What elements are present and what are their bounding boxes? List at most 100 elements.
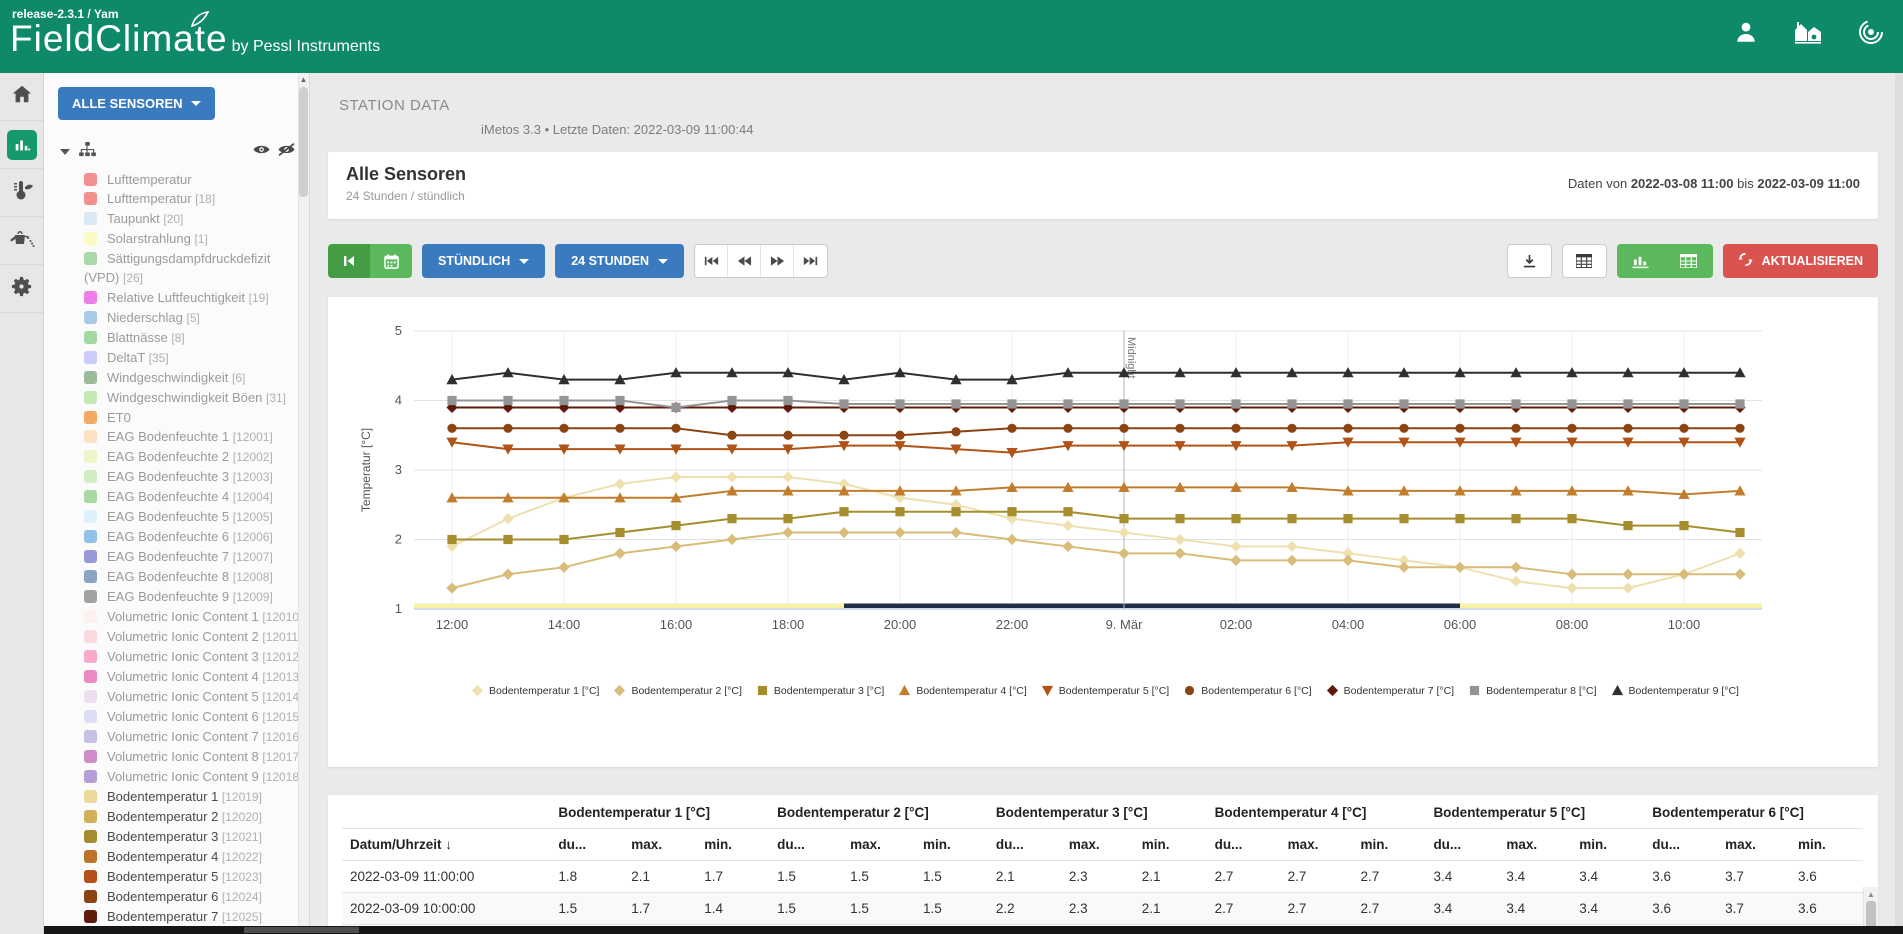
- sensor-item[interactable]: Relative Luftfeuchtigkeit [19]: [84, 288, 303, 308]
- cell-value: 3.4: [1425, 893, 1498, 925]
- brand-logo[interactable]: FieldClimateby Pessl Instruments: [10, 18, 380, 60]
- legend-item[interactable]: Bodentemperatur 2 [°C]: [613, 684, 741, 697]
- sensor-item[interactable]: Volumetric Ionic Content 4 [12013]: [84, 667, 303, 687]
- page-forward-button[interactable]: [761, 245, 794, 277]
- nav-irrigation[interactable]: [0, 217, 43, 265]
- sensor-item[interactable]: Bodentemperatur 4 [12022]: [84, 847, 303, 867]
- chart-legend: Bodentemperatur 1 [°C] Bodentemperatur 2 …: [342, 684, 1868, 697]
- sensor-id: [6]: [232, 371, 245, 385]
- scrollbar-thumb[interactable]: [299, 87, 308, 197]
- sensor-item[interactable]: Volumetric Ionic Content 3 [12012]: [84, 647, 303, 667]
- interval-label: STÜNDLICH: [438, 254, 510, 268]
- sensor-item[interactable]: Windgeschwindigkeit Böen [31]: [84, 388, 303, 408]
- sensor-item[interactable]: Taupunkt [20]: [84, 209, 303, 229]
- sensor-item[interactable]: Blattnässe [8]: [84, 328, 303, 348]
- row-timestamp: 2022-03-09 11:00:00: [342, 861, 550, 893]
- legend-item[interactable]: Bodentemperatur 8 [°C]: [1468, 684, 1596, 697]
- jump-to-start-button[interactable]: [328, 244, 370, 278]
- svg-text:3: 3: [395, 462, 402, 477]
- hide-all-eye-off-icon[interactable]: [278, 143, 295, 161]
- sensor-color-chip: [84, 490, 97, 503]
- sensor-color-chip: [84, 630, 97, 643]
- sensor-item[interactable]: Lufttemperatur [18]: [84, 189, 303, 209]
- legend-item[interactable]: Bodentemperatur 4 [°C]: [898, 684, 1026, 697]
- scroll-up-arrow[interactable]: ▲: [1864, 890, 1878, 899]
- sensor-item[interactable]: ET0: [84, 408, 303, 427]
- sensor-item[interactable]: Volumetric Ionic Content 5 [12014]: [84, 687, 303, 707]
- sensor-id: [12023]: [222, 870, 262, 884]
- sensor-id: [5]: [187, 311, 200, 325]
- sensor-item[interactable]: Bodentemperatur 1 [12019]: [84, 787, 303, 807]
- subcolumn-header: du...: [1425, 829, 1498, 861]
- sensor-item[interactable]: DeltaT [35]: [84, 348, 303, 368]
- show-all-eye-icon[interactable]: [253, 143, 270, 161]
- sensor-item[interactable]: Volumetric Ionic Content 6 [12015]: [84, 707, 303, 727]
- nav-cropview[interactable]: [0, 169, 43, 217]
- refresh-button[interactable]: AKTUALISIEREN: [1723, 244, 1878, 278]
- export-table-button[interactable]: [1562, 244, 1607, 278]
- user-account-icon[interactable]: [1733, 19, 1759, 45]
- all-sensors-dropdown[interactable]: ALLE SENSOREN: [58, 87, 215, 120]
- sensor-color-chip: [84, 610, 97, 623]
- legend-item[interactable]: Bodentemperatur 5 [°C]: [1041, 684, 1169, 697]
- sensor-item[interactable]: EAG Bodenfeuchte 7 [12007]: [84, 547, 303, 567]
- interval-dropdown[interactable]: STÜNDLICH: [422, 244, 545, 278]
- page-last-button[interactable]: [794, 245, 827, 277]
- nav-home[interactable]: [0, 73, 43, 121]
- date-range-bis: bis: [1737, 176, 1754, 191]
- sensor-item[interactable]: EAG Bodenfeuchte 2 [12002]: [84, 447, 303, 467]
- period-dropdown[interactable]: 24 STUNDEN: [555, 244, 684, 278]
- page-first-button[interactable]: [695, 245, 728, 277]
- sensor-item[interactable]: Niederschlag [5]: [84, 308, 303, 328]
- subcolumn-header: du...: [988, 829, 1061, 861]
- sensor-item[interactable]: Lufttemperatur: [84, 170, 303, 189]
- scroll-up-arrow[interactable]: ▲: [299, 75, 308, 84]
- tree-collapse-caret[interactable]: [60, 149, 70, 155]
- sensor-item[interactable]: Bodentemperatur 5 [12023]: [84, 867, 303, 887]
- legend-item[interactable]: Bodentemperatur 3 [°C]: [756, 684, 884, 697]
- sensor-item[interactable]: Bodentemperatur 2 [12020]: [84, 807, 303, 827]
- cell-value: 2.7: [1280, 893, 1353, 925]
- sensor-item[interactable]: Solarstrahlung [1]: [84, 229, 303, 249]
- time-column-header[interactable]: Datum/Uhrzeit ↓: [342, 829, 550, 861]
- nav-settings[interactable]: [0, 265, 43, 313]
- scrollbar-thumb[interactable]: [244, 927, 359, 933]
- nav-station-data[interactable]: [0, 121, 43, 169]
- subcolumn-header: max.: [1280, 829, 1353, 861]
- page-back-button[interactable]: [728, 245, 761, 277]
- legend-item[interactable]: Bodentemperatur 1 [°C]: [471, 684, 599, 697]
- sensor-item[interactable]: EAG Bodenfeuchte 3 [12003]: [84, 467, 303, 487]
- sensor-item[interactable]: Volumetric Ionic Content 8 [12017]: [84, 747, 303, 767]
- sensor-item[interactable]: Volumetric Ionic Content 2 [12011]: [84, 627, 303, 647]
- legend-item[interactable]: Bodentemperatur 9 [°C]: [1611, 684, 1739, 697]
- refresh-icon: [1738, 252, 1753, 270]
- view-table-button[interactable]: [1665, 244, 1713, 278]
- calendar-button[interactable]: [370, 244, 412, 278]
- sensor-item[interactable]: Volumetric Ionic Content 9 [12018]: [84, 767, 303, 787]
- sensor-item[interactable]: Bodentemperatur 3 [12021]: [84, 827, 303, 847]
- horizontal-scrollbar[interactable]: [44, 926, 1903, 934]
- sensor-item[interactable]: Bodentemperatur 7 [12025]: [84, 907, 303, 926]
- sensor-item[interactable]: Volumetric Ionic Content 7 [12016]: [84, 727, 303, 747]
- broadcast-icon[interactable]: [1857, 18, 1885, 46]
- sensor-item[interactable]: EAG Bodenfeuchte 5 [12005]: [84, 507, 303, 527]
- sensor-item[interactable]: Windgeschwindigkeit [6]: [84, 368, 303, 388]
- farm-station-icon[interactable]: [1793, 19, 1823, 45]
- download-button[interactable]: [1507, 244, 1552, 278]
- view-chart-button[interactable]: [1617, 244, 1665, 278]
- svg-text:06:00: 06:00: [1444, 617, 1477, 632]
- sensor-item[interactable]: EAG Bodenfeuchte 9 [12009]: [84, 587, 303, 607]
- temperature-line-chart[interactable]: Midnight12345Temperatur [°C]12:0014:0016…: [342, 321, 1868, 678]
- main-scrollbar[interactable]: [1895, 73, 1903, 934]
- legend-item[interactable]: Bodentemperatur 6 [°C]: [1183, 684, 1311, 697]
- sensor-item[interactable]: Sättigungsdampfdruckdefizit (VPD) [26]: [84, 249, 303, 288]
- sensor-item[interactable]: Volumetric Ionic Content 1 [12010]: [84, 607, 303, 627]
- sensor-item[interactable]: EAG Bodenfeuchte 4 [12004]: [84, 487, 303, 507]
- sensor-panel-scrollbar[interactable]: ▲: [298, 73, 309, 926]
- sensor-item[interactable]: EAG Bodenfeuchte 6 [12006]: [84, 527, 303, 547]
- sensor-item[interactable]: EAG Bodenfeuchte 8 [12008]: [84, 567, 303, 587]
- sensor-item[interactable]: Bodentemperatur 6 [12024]: [84, 887, 303, 907]
- sensor-group-header: Bodentemperatur 5 [°C]: [1425, 795, 1644, 829]
- legend-item[interactable]: Bodentemperatur 7 [°C]: [1326, 684, 1454, 697]
- sensor-item[interactable]: EAG Bodenfeuchte 1 [12001]: [84, 427, 303, 447]
